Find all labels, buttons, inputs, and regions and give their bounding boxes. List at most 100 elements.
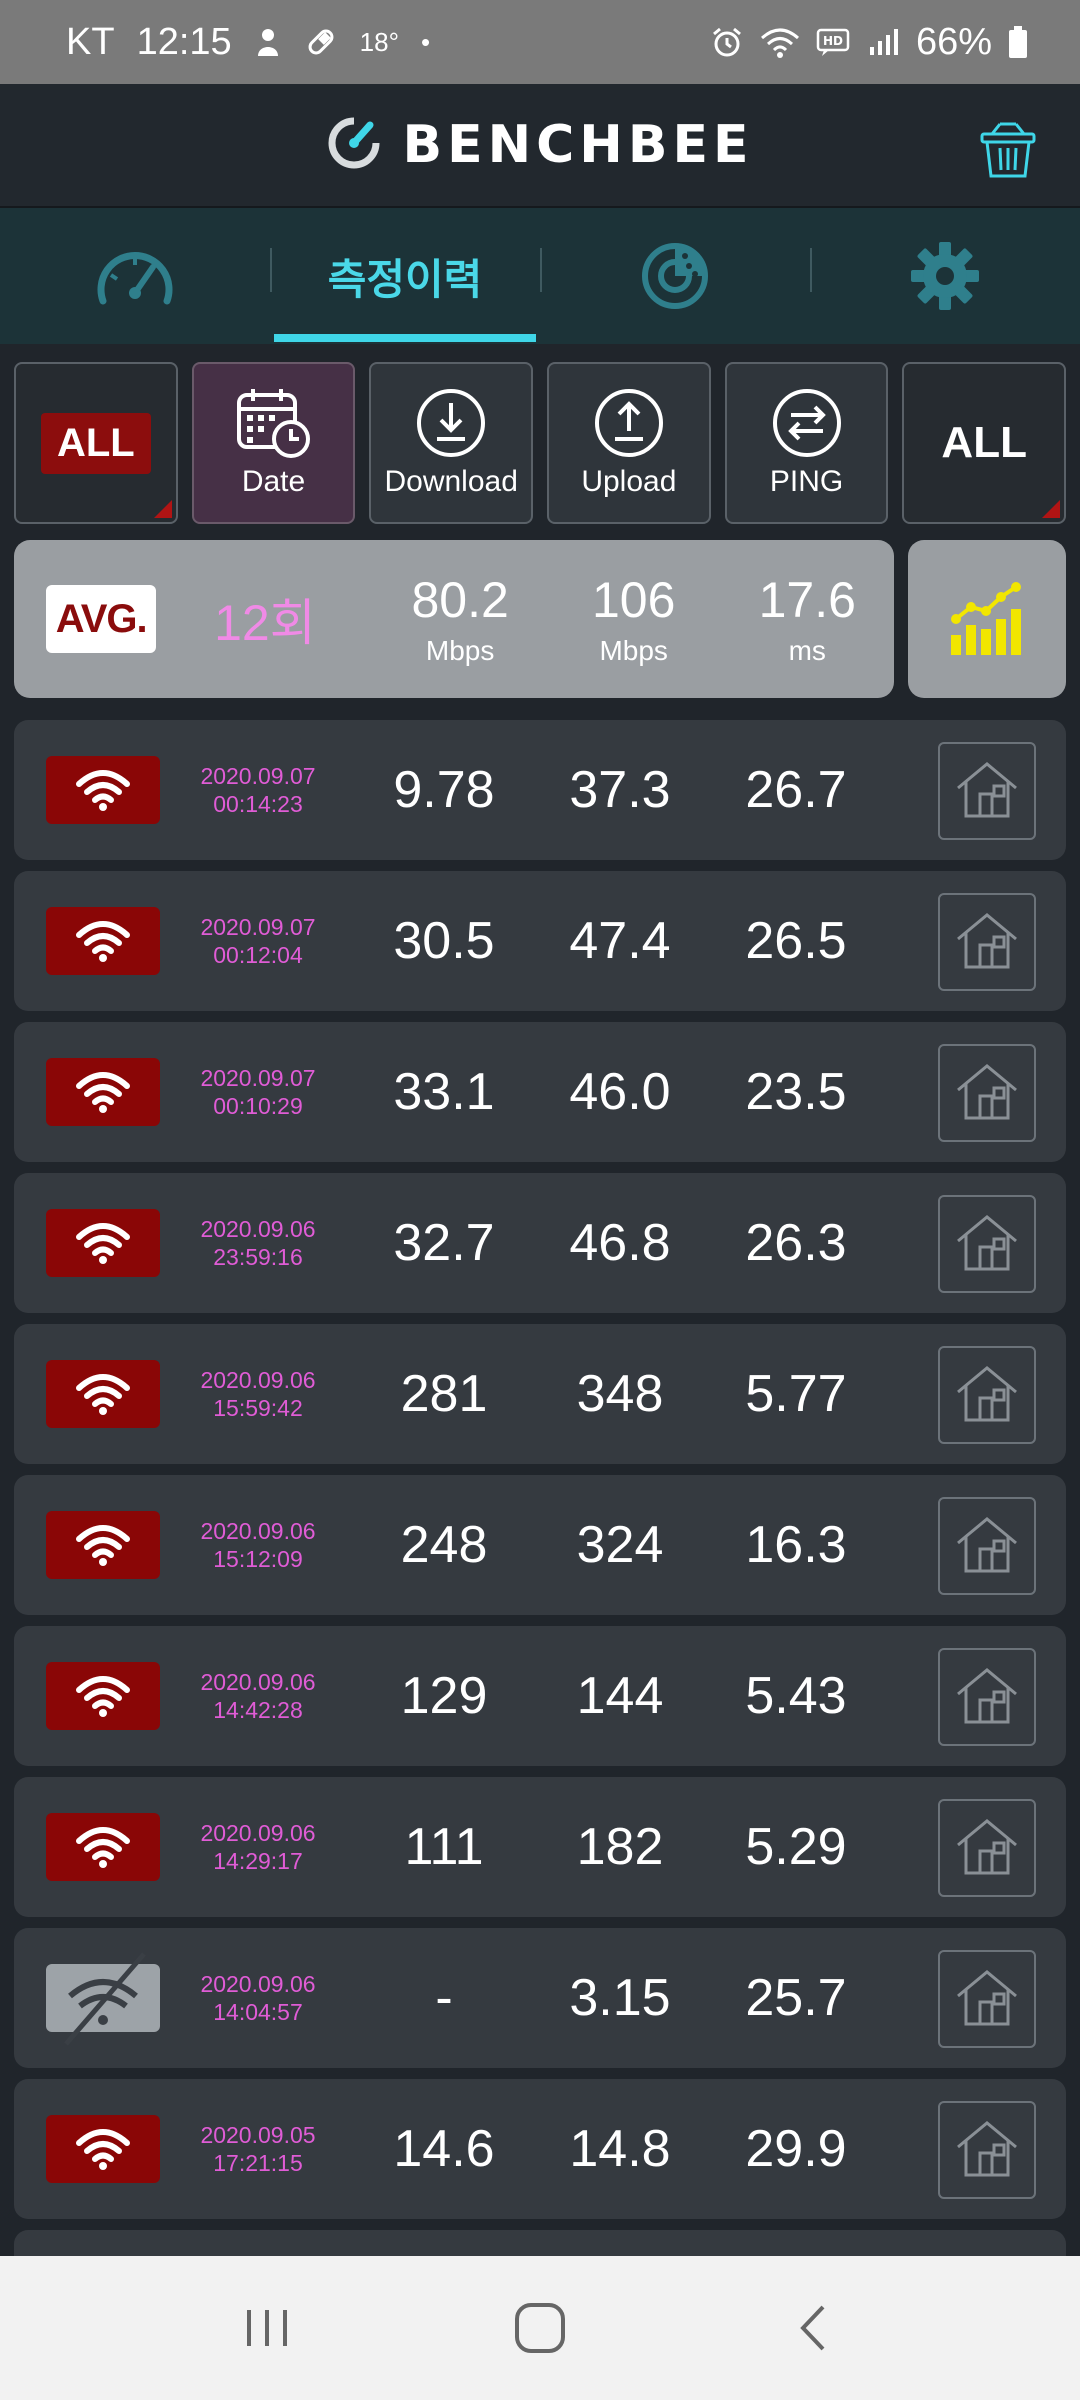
tab-speed-test[interactable] (0, 208, 270, 344)
record-download: 248 (400, 1516, 488, 1574)
record-datetime: 2020.09.06 14:42:28 (160, 1668, 356, 1724)
record-ping: 23.5 (745, 1063, 847, 1121)
location-home-button[interactable] (938, 1648, 1036, 1746)
record-upload: 182 (576, 1818, 664, 1876)
wifi-off-icon (46, 1952, 160, 2046)
record-upload: 14.8 (569, 2120, 671, 2178)
sort-upload-button[interactable]: Upload (547, 362, 711, 524)
record-datetime: 2020.09.06 15:12:09 (160, 1517, 356, 1573)
trash-can-icon (980, 122, 1036, 178)
record-ping: 16.3 (745, 1516, 847, 1574)
record-download: 14.6 (393, 2120, 495, 2178)
avg-ping-value: 17.6 (758, 572, 856, 628)
record-datetime: 2020.09.07 00:14:23 (160, 762, 356, 818)
tab-settings[interactable] (810, 208, 1080, 344)
back-icon (800, 2305, 825, 2351)
avg-ping-unit: ms (788, 635, 826, 666)
record-date: 2020.09.07 (200, 763, 316, 789)
history-row[interactable]: 2020.09.07 00:14:23 9.78 37.3 26.7 (14, 720, 1066, 860)
location-home-button[interactable] (938, 1950, 1036, 2048)
avg-upload-value: 106 (591, 572, 676, 628)
record-upload: 348 (576, 1365, 664, 1423)
history-row[interactable]: 2020.09.05 17:21:15 14.6 14.8 29.9 (14, 2079, 1066, 2219)
history-row[interactable]: 2020.09.06 15:59:42 281 348 5.77 (14, 1324, 1066, 1464)
record-date: 2020.09.06 (200, 1971, 316, 1997)
record-time: 14:04:57 (213, 1999, 303, 2025)
sort-download-button[interactable]: Download (369, 362, 534, 524)
dropdown-corner-icon (1042, 500, 1061, 518)
app-header: BENCHBEE (0, 84, 1080, 208)
clock: 12:15 (136, 20, 232, 63)
network-filter-label: ALL (40, 412, 151, 474)
speedometer-icon (97, 252, 173, 305)
record-download: 111 (404, 1818, 484, 1876)
back-button[interactable] (773, 2288, 853, 2368)
house-icon (954, 2117, 1020, 2184)
history-row[interactable]: 2020.09.06 14:04:57 - 3.15 25.7 (14, 1928, 1066, 2068)
calendar-clock-icon (236, 389, 310, 458)
wifi-icon (46, 907, 160, 975)
record-upload: 3.15 (569, 1969, 671, 2027)
record-time: 17:21:15 (213, 2150, 303, 2176)
ping-arrows-icon (772, 389, 841, 457)
home-button[interactable] (500, 2288, 580, 2368)
dropdown-corner-icon (153, 500, 172, 518)
network-filter-button[interactable]: ALL (14, 362, 178, 524)
wifi-icon (46, 1209, 160, 1277)
alarm-icon (710, 25, 744, 59)
ping-label: PING (769, 465, 844, 498)
location-home-button[interactable] (938, 1346, 1036, 1444)
sort-ping-button[interactable]: PING (724, 362, 889, 524)
history-row[interactable]: 2020.09.07 00:10:29 33.1 46.0 23.5 (14, 1022, 1066, 1162)
location-home-button[interactable] (938, 1044, 1036, 1142)
location-home-button[interactable] (938, 1195, 1036, 1293)
download-icon (417, 389, 486, 457)
record-datetime: 2020.09.06 15:59:42 (160, 1366, 356, 1422)
record-datetime: 2020.09.07 00:10:29 (160, 1064, 356, 1120)
record-download: 30.5 (393, 912, 495, 970)
wifi-icon (46, 1813, 160, 1881)
location-home-button[interactable] (938, 893, 1036, 991)
record-time: 00:12:04 (213, 942, 303, 968)
system-nav-bar (0, 2256, 1080, 2400)
history-row[interactable]: 2020.09.06 15:12:09 248 324 16.3 (14, 1475, 1066, 1615)
wifi-icon (46, 756, 160, 824)
avg-badge: AVG. (46, 585, 157, 653)
history-row[interactable]: 2020.09.07 00:12:04 30.5 47.4 26.5 (14, 871, 1066, 1011)
location-home-button[interactable] (938, 1497, 1036, 1595)
record-date: 2020.09.05 (200, 2122, 316, 2148)
location-home-button[interactable] (938, 742, 1036, 840)
record-time: 14:42:28 (213, 1697, 303, 1723)
avg-upload: 106 Mbps (547, 571, 721, 667)
record-ping: 26.7 (745, 761, 847, 819)
record-download: 32.7 (393, 1214, 495, 1272)
history-row[interactable]: 2020.09.06 14:29:17 111 182 5.29 (14, 1777, 1066, 1917)
tab-history[interactable]: 측정이력 (270, 208, 540, 344)
record-download: 9.78 (393, 761, 495, 819)
avg-ping: 17.6 ms (720, 571, 894, 667)
sort-date-button[interactable]: Date (191, 362, 356, 524)
wifi-icon (46, 1511, 160, 1579)
history-row[interactable]: 2020.09.06 23:59:16 32.7 46.8 26.3 (14, 1173, 1066, 1313)
location-filter-label: ALL (941, 418, 1027, 467)
house-icon (954, 1966, 1020, 2033)
record-date: 2020.09.06 (200, 1820, 316, 1846)
trash-button[interactable] (978, 120, 1038, 180)
record-datetime: 2020.09.06 14:04:57 (160, 1970, 356, 2026)
history-row[interactable]: 2020.09.06 14:42:28 129 144 5.43 (14, 1626, 1066, 1766)
record-date: 2020.09.06 (200, 1216, 316, 1242)
location-home-button[interactable] (938, 1799, 1036, 1897)
status-bar: KT 12:15 18° • HD 66% (0, 0, 1080, 84)
record-ping: 26.3 (745, 1214, 847, 1272)
notification-icon (254, 26, 282, 58)
tab-coverage[interactable] (540, 208, 810, 344)
house-icon (954, 1211, 1020, 1278)
speed-gauge-logo-icon (326, 115, 382, 176)
location-home-button[interactable] (938, 2101, 1036, 2199)
avg-upload-unit: Mbps (599, 635, 668, 666)
house-icon (954, 1664, 1020, 1731)
location-filter-button[interactable]: ALL (902, 362, 1067, 524)
recent-apps-button[interactable] (227, 2288, 307, 2368)
chart-view-button[interactable] (908, 540, 1066, 698)
battery-percent: 66% (915, 20, 992, 63)
